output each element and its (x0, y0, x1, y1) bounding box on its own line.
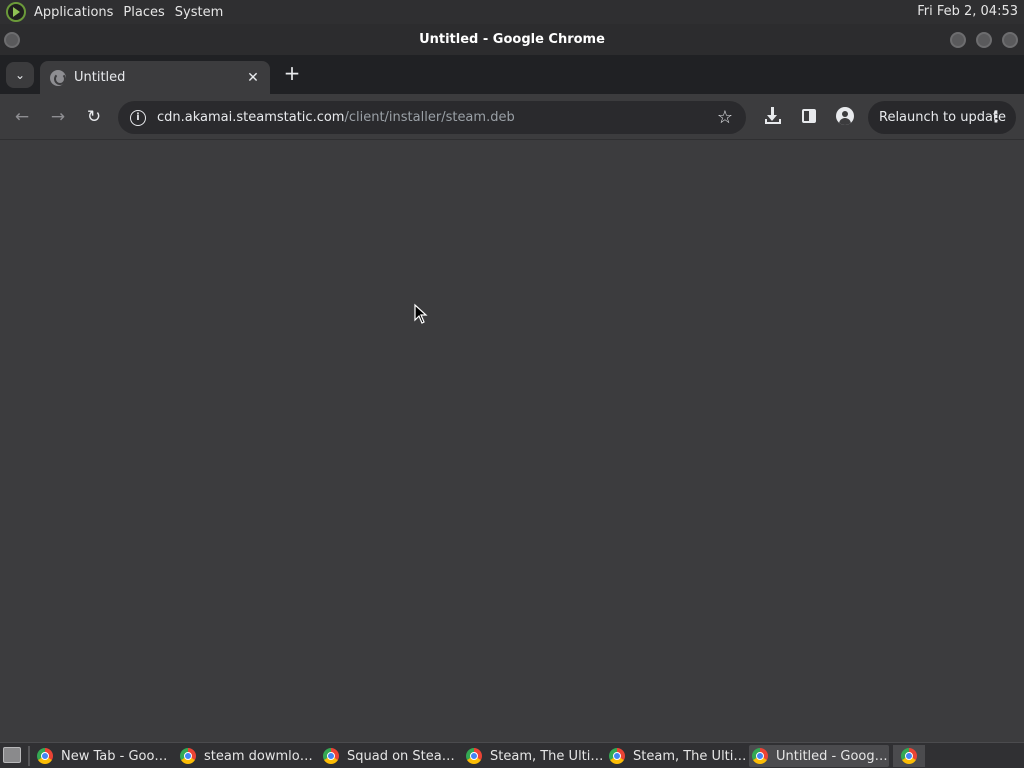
taskbar-item-steam-2[interactable]: Steam, The Ulti… (606, 745, 746, 767)
bookmark-star-icon[interactable]: ☆ (717, 107, 733, 128)
maximize-button[interactable] (976, 32, 992, 48)
panel-clock[interactable]: Fri Feb 2, 04:53 (917, 4, 1018, 19)
top-panel: Applications Places System Fri Feb 2, 04… (0, 0, 1024, 24)
taskbar: New Tab - Goo… steam dowmlo… Squad on St… (0, 742, 1024, 768)
browser-toolbar: ← → ↻ i cdn.akamai.steamstatic.com/clien… (0, 94, 1024, 140)
taskbar-item-label: Squad on Stea… (347, 748, 455, 764)
chrome-icon (180, 748, 196, 764)
tab-strip: ⌄ Untitled ✕ + (0, 55, 1024, 94)
tab-title: Untitled (74, 70, 126, 85)
site-info-icon[interactable]: i (130, 109, 146, 126)
url-path: /client/installer/steam.deb (344, 110, 515, 125)
applications-menu[interactable]: Applications (32, 5, 121, 20)
taskbar-item-steam-1[interactable]: Steam, The Ulti… (463, 745, 603, 767)
back-arrow-icon[interactable]: ← (11, 106, 33, 128)
chrome-icon (466, 748, 482, 764)
url-host: cdn.akamai.steamstatic.com (157, 110, 345, 125)
chevron-down-icon: ⌄ (14, 68, 26, 82)
mouse-cursor-icon (414, 303, 428, 324)
taskbar-item-label: steam dowmlo… (204, 748, 313, 764)
tab-untitled[interactable]: Untitled ✕ (40, 61, 270, 94)
close-window-button[interactable] (1002, 32, 1018, 48)
minimize-button[interactable] (950, 32, 966, 48)
forward-arrow-icon[interactable]: → (47, 106, 69, 128)
relaunch-label: Relaunch to update (879, 110, 1007, 125)
chrome-icon (901, 748, 917, 764)
close-tab-icon[interactable]: ✕ (244, 70, 262, 86)
taskbar-item-untitled[interactable]: Untitled - Goog… (749, 745, 889, 767)
reload-icon[interactable]: ↻ (83, 106, 105, 128)
taskbar-item-label: Steam, The Ulti… (490, 748, 603, 764)
taskbar-item-squad[interactable]: Squad on Stea… (320, 745, 460, 767)
chrome-icon (752, 748, 768, 764)
show-desktop-icon[interactable] (3, 747, 21, 763)
window-titlebar[interactable]: Untitled - Google Chrome (0, 24, 1024, 55)
chrome-icon (323, 748, 339, 764)
system-menu[interactable]: System (173, 5, 231, 20)
chrome-icon (37, 748, 53, 764)
page-content[interactable] (0, 141, 1024, 742)
address-bar[interactable]: i cdn.akamai.steamstatic.com/client/inst… (118, 101, 746, 134)
profile-icon[interactable] (834, 105, 856, 127)
taskbar-item-steam-download[interactable]: steam dowmlo… (177, 745, 317, 767)
side-panel-icon[interactable] (798, 105, 820, 127)
chrome-icon (609, 748, 625, 764)
taskbar-item-new-tab[interactable]: New Tab - Goo… (34, 745, 174, 767)
places-menu[interactable]: Places (121, 5, 172, 20)
download-icon[interactable] (762, 105, 784, 127)
taskbar-item-label: Untitled - Goog… (776, 748, 888, 764)
more-vert-icon[interactable]: ⋮ (988, 108, 1004, 126)
window-title: Untitled - Google Chrome (419, 32, 605, 47)
window-menu-button[interactable] (4, 32, 20, 48)
distro-logo-icon[interactable] (6, 2, 26, 22)
globe-icon (50, 69, 66, 86)
taskbar-item-label: New Tab - Goo… (61, 748, 168, 764)
new-tab-button[interactable]: + (283, 63, 301, 85)
taskbar-separator (28, 746, 30, 766)
taskbar-item-label: Steam, The Ulti… (633, 748, 746, 764)
tab-search-button[interactable]: ⌄ (6, 62, 34, 88)
taskbar-item-chrome[interactable] (893, 745, 925, 767)
relaunch-to-update-button[interactable]: Relaunch to update ⋮ (868, 101, 1016, 134)
